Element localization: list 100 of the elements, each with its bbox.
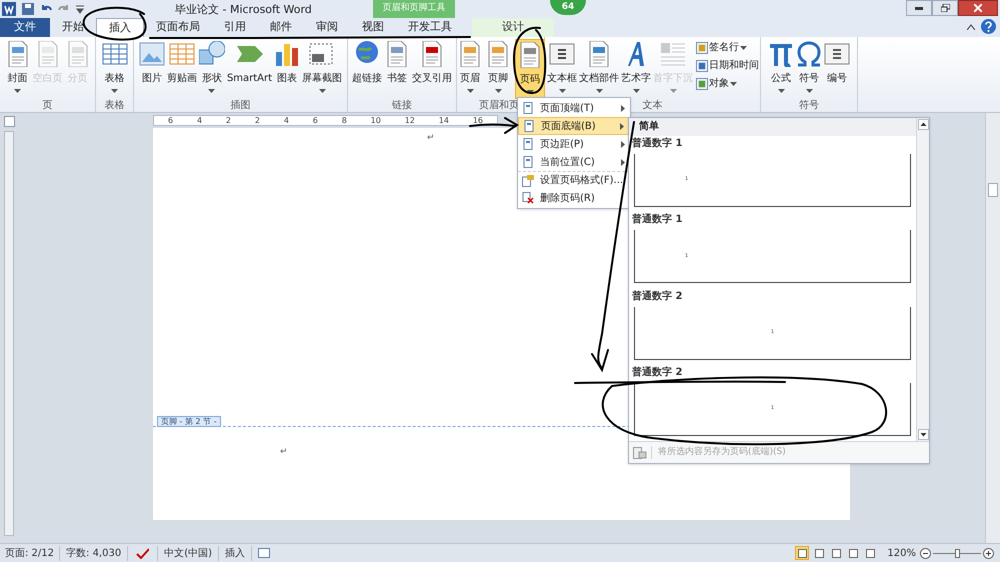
ruler-number: 10	[370, 116, 381, 125]
screenshot-icon	[309, 41, 336, 67]
ribbon-button[interactable]: 文本框	[546, 39, 578, 99]
menu-item[interactable]: 页面顶端(T)	[518, 99, 630, 117]
ribbon-tab[interactable]: 开始	[50, 18, 96, 37]
group-label: 文本	[642, 99, 662, 112]
ruler-number: 2	[226, 116, 231, 125]
ruler-number: 6	[168, 116, 174, 125]
view-button[interactable]	[829, 546, 844, 560]
page-icon	[523, 120, 535, 132]
ribbon-button[interactable]: 图片	[138, 39, 166, 99]
ribbon-tab[interactable]: 开发工具	[396, 18, 464, 37]
ribbon-button[interactable]: 符号	[795, 39, 823, 99]
save-icon[interactable]	[22, 3, 34, 15]
ribbon-tab[interactable]: 审阅	[304, 18, 350, 37]
ribbon-button[interactable]: 书签	[383, 39, 411, 99]
zoom-out-icon[interactable]	[920, 548, 931, 558]
ribbon-button[interactable]: 图表	[273, 39, 302, 99]
language-indicator[interactable]: 中文(中国)	[157, 546, 220, 560]
group-label: 链接	[392, 99, 412, 112]
ribbon-tab[interactable]: 页面布局	[144, 18, 212, 37]
paragraph-mark: ↵	[280, 446, 288, 459]
page-icon	[522, 138, 534, 150]
text-box-icon	[549, 41, 575, 67]
submenu-arrow-icon	[621, 158, 625, 166]
ribbon-button[interactable]: 超链接	[351, 39, 383, 99]
delete-page-icon	[522, 192, 534, 204]
paragraph-mark: ↵	[427, 132, 435, 145]
ribbon-button[interactable]: 交叉引用	[411, 39, 453, 99]
zoom-level[interactable]: 120%	[883, 546, 920, 560]
proofing-icon[interactable]	[136, 548, 150, 558]
ribbon-button[interactable]: 页眉	[456, 39, 484, 99]
customize-toolbar-icon[interactable]	[76, 4, 84, 14]
ribbon-tab[interactable]: 设计	[472, 18, 554, 37]
ribbon-button[interactable]: SmartArt	[226, 39, 274, 99]
gallery-item-title: 普通数字 2	[631, 289, 682, 304]
macro-icon[interactable]	[258, 548, 270, 558]
omega-icon	[796, 41, 822, 67]
scroll-up-icon[interactable]	[918, 119, 928, 130]
ribbon-small-button[interactable]: 对象	[696, 75, 759, 92]
page-icon	[522, 156, 534, 168]
menu-item[interactable]: 当前位置(C)	[518, 153, 630, 171]
drop-cap-icon	[660, 41, 686, 67]
ribbon-small-button[interactable]: 签名行	[696, 39, 759, 56]
minimize-icon	[915, 6, 923, 10]
ribbon-button[interactable]: 表格	[100, 39, 128, 99]
gallery-item-title: 普通数字 1	[631, 212, 682, 228]
view-button[interactable]	[863, 546, 878, 560]
view-button[interactable]	[846, 546, 860, 560]
ruler-number: 14	[438, 116, 449, 125]
ruler-number: 2	[254, 116, 260, 125]
insert-mode[interactable]: 插入	[219, 546, 252, 560]
ribbon-tab[interactable]: 邮件	[258, 18, 304, 37]
ribbon-button[interactable]: 艺术字	[620, 39, 652, 99]
close-icon	[974, 4, 982, 12]
submenu-arrow-icon	[621, 140, 625, 148]
group-label: 页	[42, 99, 52, 112]
scroll-thumb[interactable]	[988, 183, 998, 197]
pi-icon	[768, 41, 794, 67]
ribbon-button[interactable]: 页脚	[484, 39, 512, 99]
zoom-slider[interactable]	[933, 548, 981, 558]
shapes-icon	[198, 41, 225, 67]
group-label: 符号	[799, 99, 819, 112]
menu-item[interactable]: 删除页码(R)	[518, 189, 630, 207]
ribbon-small-button[interactable]: 日期和时间	[696, 57, 759, 74]
ribbon-button[interactable]: 剪贴画	[166, 39, 198, 99]
ruler-number: 16	[472, 116, 483, 125]
numbering-icon	[824, 41, 850, 67]
view-button[interactable]	[795, 546, 810, 560]
ribbon-tab[interactable]: 视图	[350, 18, 396, 37]
ribbon-tab[interactable]: 插入	[96, 18, 144, 37]
ribbon-button[interactable]: 封面	[4, 39, 32, 99]
minimize-button[interactable]	[906, 0, 932, 16]
ribbon-button[interactable]: 屏幕截图	[301, 39, 344, 99]
ribbon-button[interactable]: 公式	[767, 39, 795, 99]
menu-item[interactable]: 页面底端(B)	[518, 117, 630, 135]
zoom-slider-thumb[interactable]	[955, 548, 960, 558]
group-label: 插图	[230, 99, 250, 112]
help-icon[interactable]	[981, 19, 996, 34]
scroll-down-icon[interactable]	[918, 429, 928, 440]
word-logo-icon[interactable]	[2, 2, 16, 16]
ribbon-button[interactable]: 形状	[198, 39, 226, 99]
gallery-scrollbar[interactable]	[916, 118, 929, 441]
collapse-ribbon-icon[interactable]	[967, 24, 975, 30]
ruler-number: 6	[312, 116, 318, 125]
close-button[interactable]	[958, 0, 998, 16]
word-count[interactable]: 字数: 4,030	[60, 546, 128, 560]
ribbon-tab[interactable]: 引用	[212, 18, 258, 37]
restore-button[interactable]	[932, 0, 958, 16]
vertical-scrollbar[interactable]	[985, 113, 1000, 543]
gallery-item-title: 普通数字 2	[631, 365, 682, 380]
submenu-arrow-icon	[621, 104, 625, 112]
zoom-in-icon[interactable]	[983, 548, 994, 558]
ruler-corner-button[interactable]	[4, 116, 14, 127]
ribbon-button[interactable]: 编号	[823, 39, 851, 99]
menu-item[interactable]: 页边距(P)	[518, 135, 630, 153]
page-count[interactable]: 页面: 2/12	[0, 546, 60, 560]
image-icon	[138, 41, 165, 67]
ribbon-tab[interactable]: 文件	[0, 18, 50, 37]
view-button[interactable]	[812, 546, 826, 560]
